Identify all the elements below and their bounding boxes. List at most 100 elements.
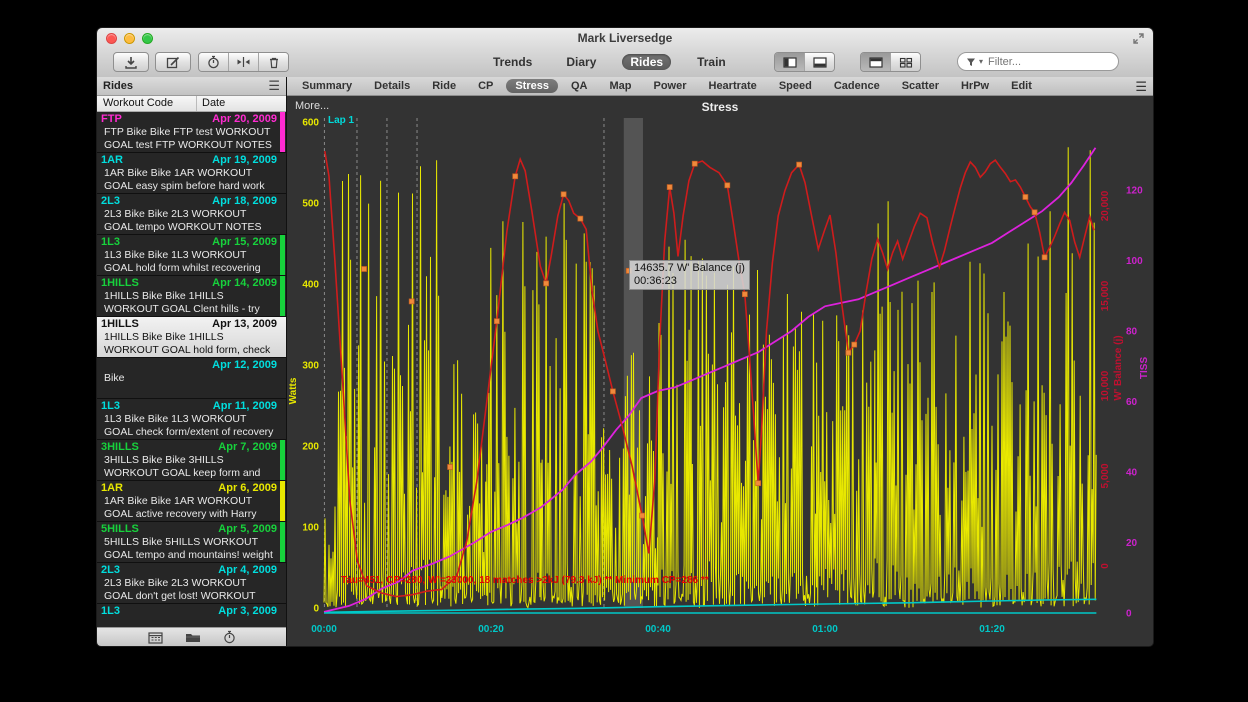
ride-workout-code: 1HILLS: [101, 318, 139, 331]
ride-date: Apr 12, 2009: [212, 359, 277, 372]
ride-list[interactable]: FTP Apr 20, 2009 FTP Bike Bike FTP test …: [97, 112, 286, 628]
svg-text:200: 200: [302, 442, 319, 453]
ride-actions-group: [198, 52, 289, 72]
svg-text:40: 40: [1126, 468, 1138, 479]
svg-text:0: 0: [313, 604, 319, 615]
ride-color-bar: [280, 194, 285, 234]
main-tab-trends[interactable]: Trends: [485, 54, 540, 70]
ride-list-item[interactable]: 1AR Apr 6, 2009 1AR Bike Bike 1AR WORKOU…: [97, 481, 286, 522]
ride-color-bar: [280, 153, 285, 193]
svg-text:TISS: TISS: [1139, 357, 1150, 380]
ride-description-line2: GOAL tempo and mountains! weight: [97, 549, 286, 562]
lap-label: Lap 1: [328, 115, 354, 126]
ride-description-line1: 1AR Bike Bike 1AR WORKOUT: [97, 495, 286, 508]
svg-text:20: 20: [1126, 538, 1138, 549]
ride-list-item[interactable]: 1L3 Apr 3, 2009: [97, 604, 286, 628]
ride-description-line1: Bike: [97, 372, 286, 385]
ride-color-bar: [280, 235, 285, 275]
sidebar-menu-icon[interactable]: ☰: [268, 78, 280, 94]
tiled-view-button[interactable]: [891, 53, 920, 71]
interval-button[interactable]: [199, 53, 229, 71]
split-button[interactable]: [229, 53, 259, 71]
chart-tab-summary[interactable]: Summary: [293, 79, 361, 93]
filter-field[interactable]: ▾: [957, 52, 1119, 71]
chart-tab-heartrate[interactable]: Heartrate: [700, 79, 766, 93]
delete-button[interactable]: [259, 53, 288, 71]
ride-date: Apr 3, 2009: [218, 605, 277, 618]
main-tab-diary[interactable]: Diary: [558, 54, 604, 70]
tiled-view-icon: [899, 57, 913, 68]
bottombar-toggle-icon: [813, 57, 827, 68]
ride-color-bar: [280, 440, 285, 480]
ride-color-bar: [280, 563, 285, 603]
column-workout-code[interactable]: Workout Code: [97, 96, 197, 111]
ride-list-item[interactable]: 5HILLS Apr 5, 2009 5HILLS Bike 5HILLS WO…: [97, 522, 286, 563]
ride-description-line1: 1HILLS Bike Bike 1HILLS: [97, 290, 286, 303]
view-toggles: [860, 52, 921, 72]
chart-tab-edit[interactable]: Edit: [1002, 79, 1041, 93]
ride-description-line2: GOAL hold form whilst recovering: [97, 262, 286, 275]
ride-date: Apr 18, 2009: [212, 195, 277, 208]
stress-chart-canvas[interactable]: 00:0000:2000:4001:0001:20010020030040050…: [287, 96, 1153, 646]
ride-list-item[interactable]: 1HILLS Apr 14, 2009 1HILLS Bike Bike 1HI…: [97, 276, 286, 317]
calendar-icon[interactable]: [148, 631, 163, 644]
chart-title: Stress: [287, 100, 1153, 114]
ride-date: Apr 13, 2009: [212, 318, 277, 331]
ride-list-item[interactable]: 2L3 Apr 18, 2009 2L3 Bike Bike 2L3 WORKO…: [97, 194, 286, 235]
download-button[interactable]: [113, 52, 149, 72]
ride-description-line2: WORKOUT GOAL hold form, check: [97, 344, 286, 357]
ride-list-item[interactable]: FTP Apr 20, 2009 FTP Bike Bike FTP test …: [97, 112, 286, 153]
ride-list-item[interactable]: 1L3 Apr 15, 2009 1L3 Bike Bike 1L3 WORKO…: [97, 235, 286, 276]
fullscreen-icon[interactable]: [1131, 32, 1145, 46]
chart-tab-cp[interactable]: CP: [469, 79, 502, 93]
stopwatch-icon: [207, 55, 220, 69]
compose-icon: [166, 56, 180, 69]
chart-tab-ride[interactable]: Ride: [423, 79, 465, 93]
ride-workout-code: 1AR: [101, 482, 123, 495]
ride-list-item[interactable]: 1L3 Apr 11, 2009 1L3 Bike Bike 1L3 WORKO…: [97, 399, 286, 440]
ride-list-item[interactable]: Apr 12, 2009 Bike: [97, 358, 286, 399]
svg-text:Watts: Watts: [288, 377, 299, 404]
chart-tab-power[interactable]: Power: [644, 79, 695, 93]
sidebar-toggle-button[interactable]: [775, 53, 805, 71]
main-tab-rides[interactable]: Rides: [622, 54, 671, 70]
stopwatch-icon[interactable]: [223, 630, 236, 644]
chart-menu-icon[interactable]: ☰: [1135, 79, 1147, 95]
toolbar: Trends Diary Rides Train ▾: [97, 49, 1153, 77]
main-tab-train[interactable]: Train: [689, 54, 734, 70]
titlebar[interactable]: Mark Liversedge: [97, 28, 1153, 49]
tabbed-view-button[interactable]: [861, 53, 891, 71]
ride-list-item[interactable]: 1AR Apr 19, 2009 1AR Bike Bike 1AR WORKO…: [97, 153, 286, 194]
chart-tab-map[interactable]: Map: [600, 79, 640, 93]
stress-chart[interactable]: 00:0000:2000:4001:0001:20010020030040050…: [287, 96, 1153, 646]
ride-list-item[interactable]: 1HILLS Apr 13, 2009 1HILLS Bike Bike 1HI…: [97, 317, 286, 358]
chart-tab-stress[interactable]: Stress: [506, 79, 558, 93]
bottombar-toggle-button[interactable]: [805, 53, 834, 71]
edit-button[interactable]: [155, 52, 191, 72]
ride-list-item[interactable]: 2L3 Apr 4, 2009 2L3 Bike Bike 2L3 WORKOU…: [97, 563, 286, 604]
chart-tab-cadence[interactable]: Cadence: [825, 79, 889, 93]
folder-icon[interactable]: [185, 631, 201, 643]
chart-tab-hrpw[interactable]: HrPw: [952, 79, 998, 93]
svg-text:10,000: 10,000: [1100, 370, 1111, 401]
ride-list-columns[interactable]: Workout Code Date: [97, 96, 286, 112]
ride-description-line2: GOAL tempo WORKOUT NOTES: [97, 221, 286, 234]
filter-input[interactable]: [986, 55, 1090, 69]
download-icon: [124, 56, 138, 69]
chart-tab-scatter[interactable]: Scatter: [893, 79, 948, 93]
chart-tab-qa[interactable]: QA: [562, 79, 597, 93]
svg-text:W' Balance (j): W' Balance (j): [1113, 335, 1124, 400]
app-window: Mark Liversedge: [96, 27, 1154, 647]
chart-tab-speed[interactable]: Speed: [770, 79, 821, 93]
sidebar-footer: [97, 627, 286, 646]
trash-icon: [268, 56, 280, 69]
column-date[interactable]: Date: [197, 96, 225, 111]
svg-text:300: 300: [302, 361, 319, 372]
ride-color-bar: [280, 358, 285, 398]
ride-workout-code: 1L3: [101, 605, 120, 618]
sidebar-title: Rides: [103, 80, 133, 92]
chart-tab-details[interactable]: Details: [365, 79, 419, 93]
ride-color-bar: [280, 522, 285, 562]
ride-list-item[interactable]: 3HILLS Apr 7, 2009 3HILLS Bike Bike 3HIL…: [97, 440, 286, 481]
ride-date: Apr 6, 2009: [218, 482, 277, 495]
